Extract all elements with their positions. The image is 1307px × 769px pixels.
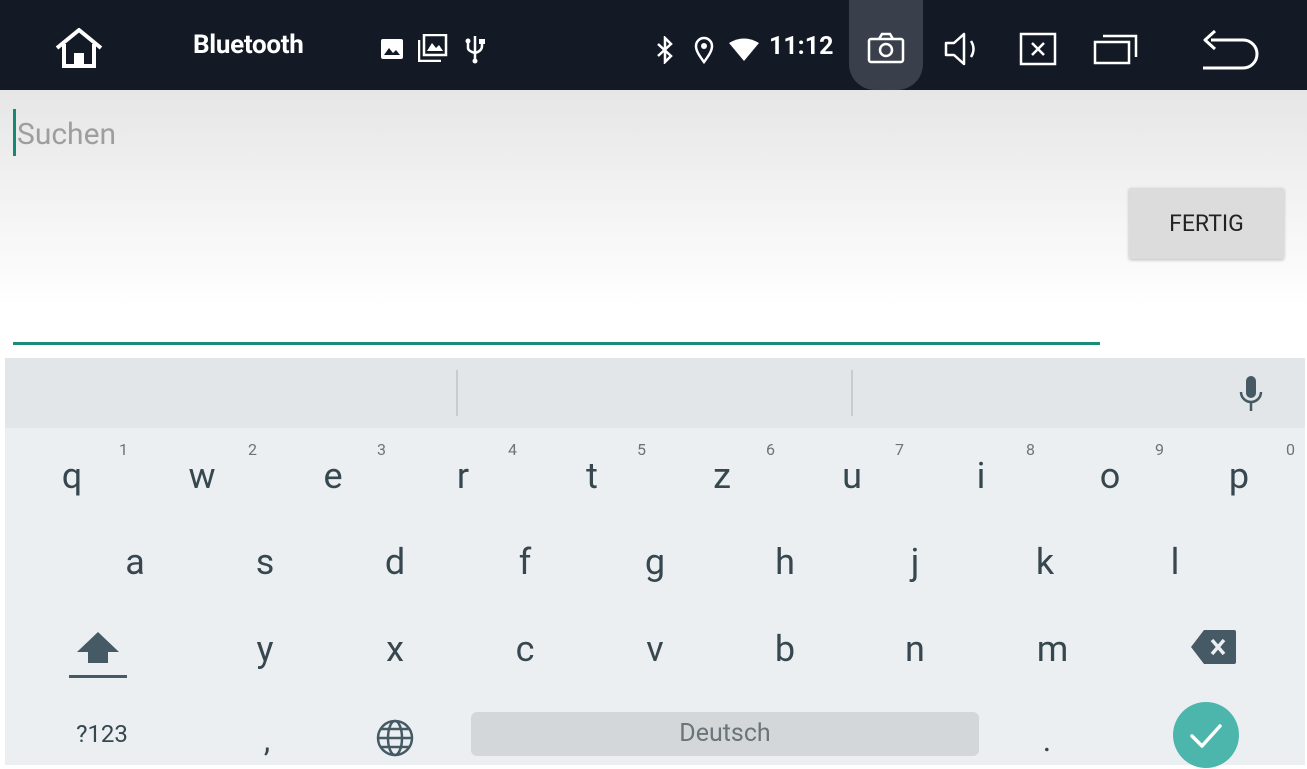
wifi-icon [729,38,759,61]
key-o[interactable]: o [1095,458,1125,494]
key-x[interactable]: x [380,631,410,667]
key-a[interactable]: a [120,544,150,580]
image-icon [381,39,403,59]
key-w[interactable]: w [187,458,217,494]
key-g[interactable]: g [640,544,670,580]
key-hint: 9 [1155,440,1164,459]
key-m[interactable]: m [1030,631,1075,667]
suggestion-bar [5,358,1305,428]
key-k[interactable]: k [1030,544,1060,580]
volume-icon[interactable] [943,31,985,67]
globe-icon[interactable] [375,718,415,758]
usb-icon [465,36,485,64]
clock: 11:12 [769,32,834,61]
key-f[interactable]: f [510,544,540,580]
search-input[interactable] [17,112,1097,156]
key-i[interactable]: i [966,458,996,494]
key-period[interactable]: . [1037,724,1057,756]
space-key[interactable]: Deutsch [471,712,979,756]
key-comma[interactable]: , [257,724,277,756]
shift-icon[interactable] [67,630,129,682]
key-u[interactable]: u [837,458,867,494]
key-n[interactable]: n [900,631,930,667]
key-t[interactable]: t [577,458,607,494]
search-underline [13,342,1100,345]
bluetooth-icon [657,36,673,64]
done-check-icon[interactable] [1172,701,1240,769]
key-d[interactable]: d [380,544,410,580]
key-hint: 5 [637,440,646,459]
close-box-icon[interactable] [1019,32,1057,66]
status-bar: Bluetooth 11:12 [0,0,1307,90]
key-v[interactable]: v [640,631,670,667]
key-e[interactable]: e [318,458,348,494]
key-y[interactable]: y [250,631,280,667]
key-s[interactable]: s [250,544,280,580]
key-hint: 2 [248,440,257,459]
key-r[interactable]: r [448,458,478,494]
key-q[interactable]: q [57,458,87,494]
key-l[interactable]: l [1160,544,1190,580]
suggestion-divider [851,370,853,416]
home-icon[interactable] [54,27,104,69]
back-icon[interactable] [1199,28,1259,70]
key-hint: 4 [508,440,517,459]
gallery-icon [418,34,448,62]
key-h[interactable]: h [770,544,800,580]
key-hint: 1 [119,440,128,459]
text-cursor [13,109,16,156]
camera-icon[interactable] [867,32,905,64]
microphone-icon[interactable] [1238,374,1264,414]
key-hint: 3 [377,440,386,459]
key-c[interactable]: c [510,631,540,667]
key-hint: 0 [1286,440,1295,459]
windows-icon[interactable] [1093,33,1139,65]
key-j[interactable]: j [900,544,930,580]
key-hint: 6 [766,440,775,459]
key-z[interactable]: z [707,458,737,494]
backspace-icon[interactable] [1190,628,1238,666]
key-hint: 7 [895,440,904,459]
symbols-key[interactable]: ?123 [67,722,137,746]
keyboard: q 1 w 2 e 3 r 4 t 5 z 6 u 7 i 8 o 9 p 0 … [5,358,1305,768]
suggestion-divider [456,370,458,416]
done-button[interactable]: FERTIG [1129,188,1284,259]
app-title: Bluetooth [193,30,304,60]
location-icon [694,36,714,64]
key-hint: 8 [1026,440,1035,459]
key-p[interactable]: p [1224,458,1254,494]
key-b[interactable]: b [770,631,800,667]
